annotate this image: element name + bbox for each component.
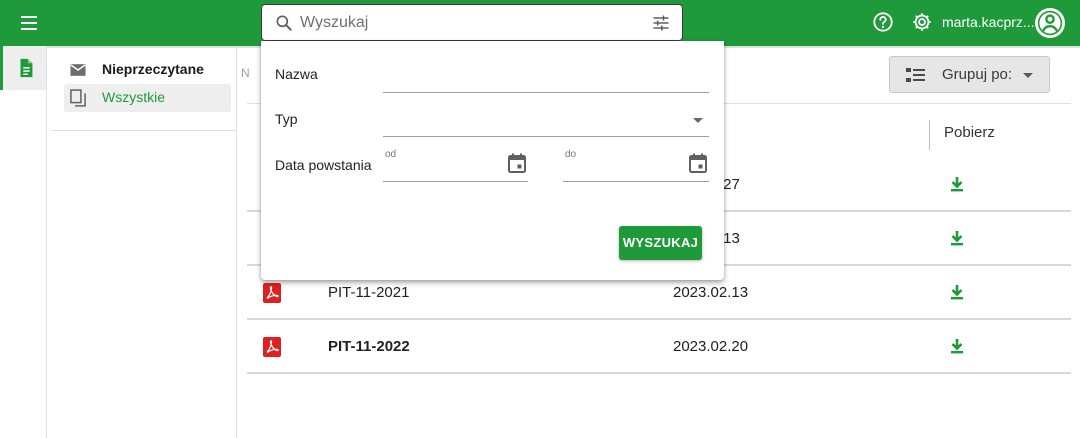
group-by-button[interactable]: Grupuj po: (889, 56, 1050, 93)
column-divider (929, 120, 930, 150)
advanced-search-panel: Nazwa Typ Data powstania od do WYSZUKAJ (261, 41, 724, 280)
column-header-download: Pobierz (944, 124, 995, 141)
gear-icon[interactable] (911, 11, 933, 33)
name-field[interactable] (383, 57, 709, 93)
chevron-down-icon (1023, 73, 1033, 78)
download-icon[interactable] (947, 228, 967, 250)
pdf-icon (263, 337, 281, 357)
date-to-field[interactable] (563, 147, 709, 181)
row-date: 2023.02.13 (673, 284, 749, 301)
search-box[interactable] (261, 4, 683, 41)
search-icon (276, 15, 292, 31)
sidebar-item-unread[interactable]: Nieprzeczytane (64, 56, 231, 84)
sidebar: Nieprzeczytane Wszystkie (47, 46, 237, 438)
date-to-underline (563, 181, 709, 182)
chevron-down-icon (693, 118, 703, 123)
date-from-field[interactable] (383, 147, 528, 181)
table-row[interactable]: PIT-11-2022 2023.02.20 (247, 320, 1071, 374)
sidebar-item-all[interactable]: Wszystkie (64, 84, 231, 112)
calendar-icon[interactable] (689, 153, 707, 173)
search-submit-button[interactable]: WYSZUKAJ (619, 226, 702, 260)
account-circle-icon[interactable] (1033, 6, 1067, 40)
group-by-label: Grupuj po: (942, 66, 1013, 83)
column-header-name-partial: N (241, 66, 250, 80)
copy-icon (70, 89, 86, 107)
sidebar-item-label: Wszystkie (102, 89, 165, 105)
row-date: 2023.02.20 (673, 338, 749, 355)
name-field-label: Nazwa (275, 66, 318, 82)
navigation-rail (0, 46, 47, 438)
calendar-icon[interactable] (508, 153, 526, 173)
user-name[interactable]: marta.kacprz... (942, 14, 1035, 30)
download-icon[interactable] (947, 174, 967, 196)
date-from-underline (383, 181, 528, 182)
row-name: PIT-11-2022 (328, 338, 410, 355)
type-select[interactable] (383, 101, 709, 137)
group-list-icon (906, 68, 925, 82)
search-input[interactable] (300, 11, 630, 35)
sidebar-divider (51, 130, 237, 131)
name-field-underline (383, 92, 709, 93)
download-icon[interactable] (947, 282, 967, 304)
envelope-icon (70, 64, 86, 76)
rail-item-documents[interactable] (0, 46, 46, 90)
pdf-icon (263, 283, 281, 303)
row-divider (247, 372, 1071, 374)
type-field-underline (383, 136, 709, 137)
help-circle-icon[interactable] (872, 11, 894, 33)
sidebar-item-label: Nieprzeczytane (102, 61, 204, 77)
type-field-label: Typ (275, 111, 298, 127)
row-name: PIT-11-2021 (328, 284, 410, 301)
hamburger-menu-icon[interactable] (19, 13, 41, 33)
tune-icon[interactable] (651, 13, 671, 33)
document-icon (20, 58, 33, 78)
download-icon[interactable] (947, 336, 967, 358)
date-field-label: Data powstania (275, 157, 372, 173)
